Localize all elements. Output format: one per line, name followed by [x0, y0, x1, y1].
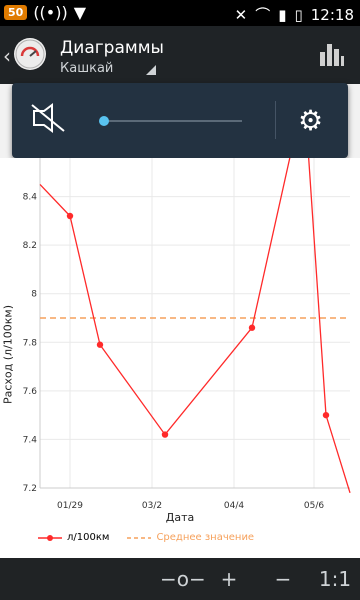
page-title: Диаграммы: [60, 38, 164, 58]
zoom-out-button[interactable]: −: [268, 567, 298, 591]
app-bar: ‹ Диаграммы Кашкай: [0, 26, 360, 84]
battery-icon: ▯: [294, 5, 303, 24]
divider: [275, 101, 276, 139]
x-tick-label: 03/2: [142, 501, 162, 511]
legend-label-primary: л/100км: [67, 532, 110, 543]
zoom-in-button[interactable]: +: [214, 567, 244, 591]
line-chart: 7.27.47.67.888.28.48.601/2903/204/405/6: [23, 144, 351, 511]
wifi-icon: ⌒: [255, 6, 271, 24]
sound-mute-icon[interactable]: [30, 103, 66, 137]
y-tick-label: 7.2: [23, 484, 37, 494]
volume-slider-thumb[interactable]: [99, 116, 109, 126]
dropdown-caret-icon[interactable]: [146, 65, 156, 75]
battery-badge: 50: [4, 5, 28, 20]
shield-icon: ▼: [73, 3, 87, 22]
back-icon[interactable]: ‹: [3, 44, 11, 68]
status-left: 50 ((•)) ▼: [4, 3, 86, 22]
app-icon[interactable]: [14, 38, 46, 70]
status-right: ✕ ⌒ ▮ ▯ 12:18: [235, 4, 354, 25]
y-tick-label: 7.6: [23, 387, 38, 397]
bottom-toolbar: −o− + − 1:1: [0, 558, 360, 600]
x-tick-label: 01/29: [57, 501, 83, 511]
x-axis-label: Дата: [165, 511, 195, 524]
x-tick-label: 04/4: [224, 501, 244, 511]
car-selector[interactable]: Кашкай: [60, 61, 113, 76]
y-tick-label: 8.2: [23, 241, 37, 251]
volume-slider-track[interactable]: [102, 120, 242, 122]
y-tick-label: 8: [31, 290, 37, 300]
chart-icon[interactable]: [320, 44, 344, 70]
chart-area: 7.27.47.67.888.28.48.601/2903/204/405/6 …: [0, 144, 360, 558]
settings-icon[interactable]: ⚙: [298, 107, 323, 135]
x-tick-label: 05/6: [304, 501, 324, 511]
zoom-slider-icon[interactable]: −o−: [160, 567, 206, 591]
actual-size-button[interactable]: 1:1: [316, 567, 354, 591]
signal-bars-icon: ▮: [278, 5, 287, 24]
data-point: [161, 431, 169, 438]
data-point: [248, 324, 256, 331]
status-bar: 50 ((•)) ▼ ✕ ⌒ ▮ ▯ 12:18: [0, 0, 360, 26]
data-point: [322, 411, 330, 419]
legend-label-average: Среднее значение: [156, 532, 255, 543]
legend-item-average: Среднее значение: [127, 532, 254, 543]
signal-icon: ((•)): [33, 3, 68, 22]
media-popup: ⚙: [12, 83, 348, 158]
legend-item-primary: л/100км: [38, 532, 109, 543]
series-line: [39, 147, 351, 494]
legend: л/100км Среднее значение: [38, 532, 254, 543]
data-point: [96, 341, 104, 348]
data-point: [66, 212, 74, 220]
y-tick-label: 8.4: [23, 193, 38, 203]
time: 12:18: [310, 5, 354, 24]
y-axis-label: Расход (л/100км): [1, 304, 15, 405]
y-tick-label: 7.4: [23, 435, 38, 445]
mute-icon: ✕: [234, 5, 248, 24]
y-tick-label: 7.8: [23, 338, 38, 348]
